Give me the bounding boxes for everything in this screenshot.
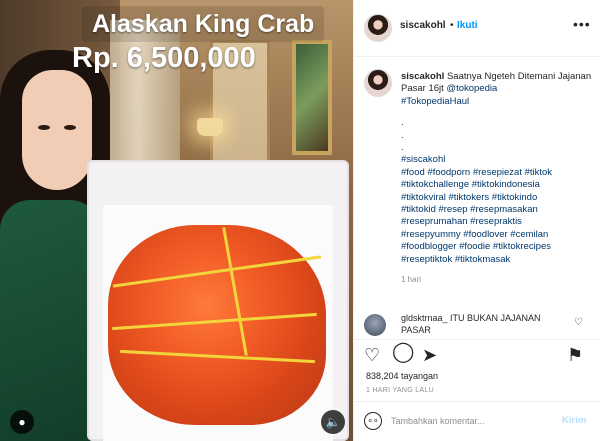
video-title-overlay: Alaskan King Crab xyxy=(82,6,325,42)
post-header: siscakohl • Ikuti ••• xyxy=(354,0,600,57)
post-timestamp[interactable]: 1 HARI YANG LALU xyxy=(366,387,434,394)
hashtag-line[interactable]: #tiktokchallenge #tiktokindonesia xyxy=(401,179,599,191)
hashtag-line[interactable]: #reseprumahan #resepraktis xyxy=(401,216,599,228)
more-options-icon[interactable]: ••• xyxy=(573,16,591,32)
share-icon[interactable]: ➤ xyxy=(422,346,437,364)
view-count[interactable]: 838,204 tayangan xyxy=(366,371,438,381)
background-painting xyxy=(292,40,332,155)
post-media[interactable]: Alaskan King Crab Rp. 6,500,000 ● 🔈 xyxy=(0,0,353,441)
hashtag-line[interactable]: #siscakohl xyxy=(401,154,599,166)
hashtag-link[interactable]: #TokopediaHaul xyxy=(401,96,469,107)
speaker-icon: 🔈 xyxy=(325,415,341,429)
comment-item: gldsktrnaa_ ITU BUKAN JAJANAN PASAR ♡ xyxy=(364,312,592,339)
post-panel: siscakohl • Ikuti ••• siscakohl Saatnya … xyxy=(353,0,600,441)
emoji-icon[interactable]: ∘∘ xyxy=(364,412,382,430)
hashtag-line[interactable]: #tiktokviral #tiktokers #tiktokindo xyxy=(401,192,599,204)
hashtag-line[interactable]: #food #foodporn #resepiezat #tiktok xyxy=(401,167,599,179)
caption-username[interactable]: siscakohl xyxy=(401,71,444,82)
caption-time: 1 hari xyxy=(401,275,422,285)
video-price-overlay: Rp. 6,500,000 xyxy=(72,42,256,74)
post-comment-button[interactable]: Kirim xyxy=(562,415,586,426)
hashtag-line[interactable]: #reseptiktok #tiktokmasak xyxy=(401,254,599,266)
person-icon: ● xyxy=(18,415,26,429)
author-username[interactable]: siscakohl xyxy=(400,20,446,31)
comment-icon[interactable]: ◯ xyxy=(392,342,414,362)
follow-button[interactable]: Ikuti xyxy=(457,20,478,31)
caption-dot: . xyxy=(401,129,404,141)
avatar[interactable] xyxy=(364,69,392,97)
avatar[interactable] xyxy=(364,314,386,336)
post-actions: ♡ ◯ ➤ ⚑ 838,204 tayangan 1 HARI YANG LAL… xyxy=(354,339,600,401)
avatar[interactable] xyxy=(364,14,392,42)
separator-dot: • xyxy=(450,20,454,31)
comments-section[interactable]: siscakohl Saatnya Ngeteh Ditemani Jajana… xyxy=(354,57,600,339)
bookmark-icon[interactable]: ⚑ xyxy=(567,346,583,364)
background-lamp xyxy=(197,118,223,136)
hashtag-line[interactable]: #foodblogger #foodie #tiktokrecipes xyxy=(401,241,599,253)
heart-icon[interactable]: ♡ xyxy=(364,346,380,364)
comment-input[interactable] xyxy=(391,413,551,429)
add-comment-bar: ∘∘ Kirim xyxy=(354,401,600,441)
caption-dot: . xyxy=(401,117,404,129)
comment-username[interactable]: gldsktrnaa_ xyxy=(401,313,448,323)
mute-button[interactable]: 🔈 xyxy=(321,410,345,434)
caption-dot: . xyxy=(401,142,404,154)
hashtag-line[interactable]: #resepyummy #foodlover #cemilan xyxy=(401,229,599,241)
mention-link[interactable]: @tokopedia xyxy=(446,83,497,94)
comment-like-icon[interactable]: ♡ xyxy=(574,317,583,328)
hashtag-line[interactable]: #tiktokid #resep #resepmasakan xyxy=(401,204,599,216)
user-tag-button[interactable]: ● xyxy=(10,410,34,434)
